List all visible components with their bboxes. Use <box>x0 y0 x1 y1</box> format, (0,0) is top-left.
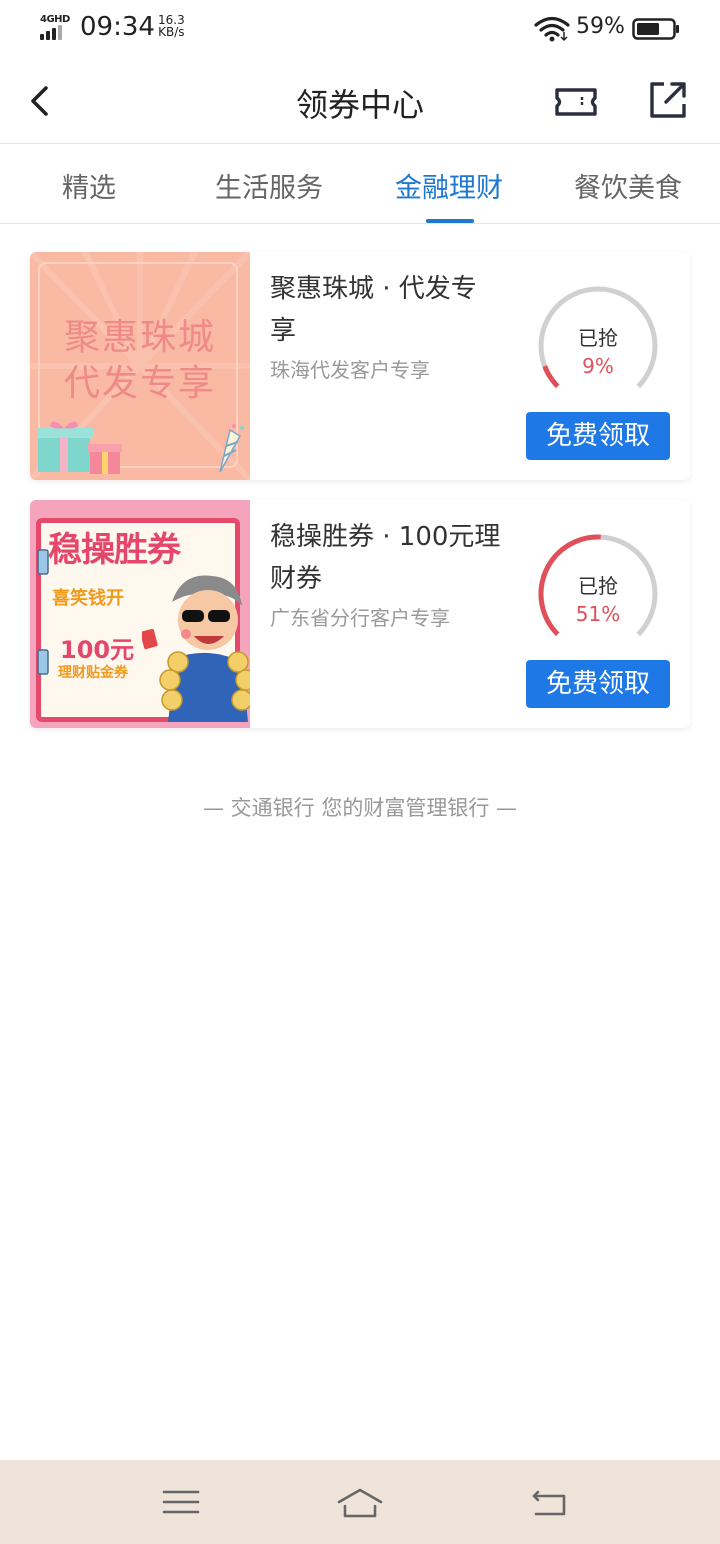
tab-dining[interactable]: 餐饮美食 <box>574 166 682 205</box>
share-icon[interactable] <box>646 78 690 122</box>
coupon-title: 稳操胜券 · 100元理财券 <box>270 522 501 594</box>
system-nav-bar <box>0 1460 720 1544</box>
coupon-card[interactable]: 稳操胜券 喜笑钱开 100元 理财贴金券 稳操胜券 · 100元理财券 广东省分… <box>30 500 690 728</box>
grabbed-percent: 51% <box>575 602 621 626</box>
home-icon[interactable] <box>335 1482 385 1522</box>
category-tabs: 精选 生活服务 金融理财 餐饮美食 <box>0 144 720 224</box>
page-title: 领券中心 <box>295 86 424 124</box>
image-text-amount: 100元 <box>60 636 135 664</box>
grabbed-label: 已抢 <box>578 574 618 598</box>
back-nav-icon[interactable] <box>524 1482 574 1522</box>
network-type: 4GHD <box>40 14 70 25</box>
app-header: 领券中心 <box>0 58 720 144</box>
tab-active-indicator <box>426 219 474 223</box>
menu-icon[interactable] <box>156 1482 206 1522</box>
claim-button[interactable]: 免费领取 <box>526 412 670 460</box>
coupon-image: 聚惠珠城 代发专享 <box>30 252 250 480</box>
speed-unit: KB/s <box>158 25 185 39</box>
image-text-type: 理财贴金券 <box>58 665 128 681</box>
cartoon-character-illustration <box>142 575 250 722</box>
coupon-title: 聚惠珠城 · 代发专享 <box>270 274 477 346</box>
battery-percent: 59% <box>576 14 625 39</box>
image-text-line2: 代发专享 <box>63 363 216 404</box>
coupon-subtitle: 珠海代发客户专享 <box>270 358 430 382</box>
tab-featured[interactable]: 精选 <box>62 166 116 205</box>
ticket-icon[interactable] <box>552 82 600 122</box>
image-text-slogan: 喜笑钱开 <box>52 588 124 609</box>
wifi-icon <box>534 16 570 42</box>
bank-slogan: — 交通银行 您的财富管理银行 — <box>202 796 518 820</box>
status-time: 09:34 <box>80 12 155 42</box>
coupon-subtitle: 广东省分行客户专享 <box>270 606 450 630</box>
tab-finance[interactable]: 金融理财 <box>395 166 503 205</box>
claim-button[interactable]: 免费领取 <box>526 660 670 708</box>
grab-progress-gauge: 已抢 9% <box>534 286 662 390</box>
gift-box-icon <box>38 421 122 474</box>
signal-icon: 4GHD <box>38 14 72 42</box>
coupon-image: 稳操胜券 喜笑钱开 100元 理财贴金券 <box>30 500 250 728</box>
party-popper-icon <box>219 424 244 473</box>
battery-icon <box>632 18 679 40</box>
grabbed-percent: 9% <box>582 354 614 378</box>
image-text-line1: 聚惠珠城 <box>63 317 216 358</box>
tab-life-services[interactable]: 生活服务 <box>215 166 323 205</box>
coupon-card[interactable]: 聚惠珠城 代发专享 聚惠珠城 · 代发专享 珠海代发客户专享 已抢 9% 免费领… <box>30 252 690 480</box>
grabbed-label: 已抢 <box>578 326 618 350</box>
network-speed: 16.3 KB/s <box>158 14 185 38</box>
status-bar: 4GHD 09:34 16.3 KB/s 59% <box>0 0 720 58</box>
grab-progress-gauge: 已抢 51% <box>534 534 662 638</box>
